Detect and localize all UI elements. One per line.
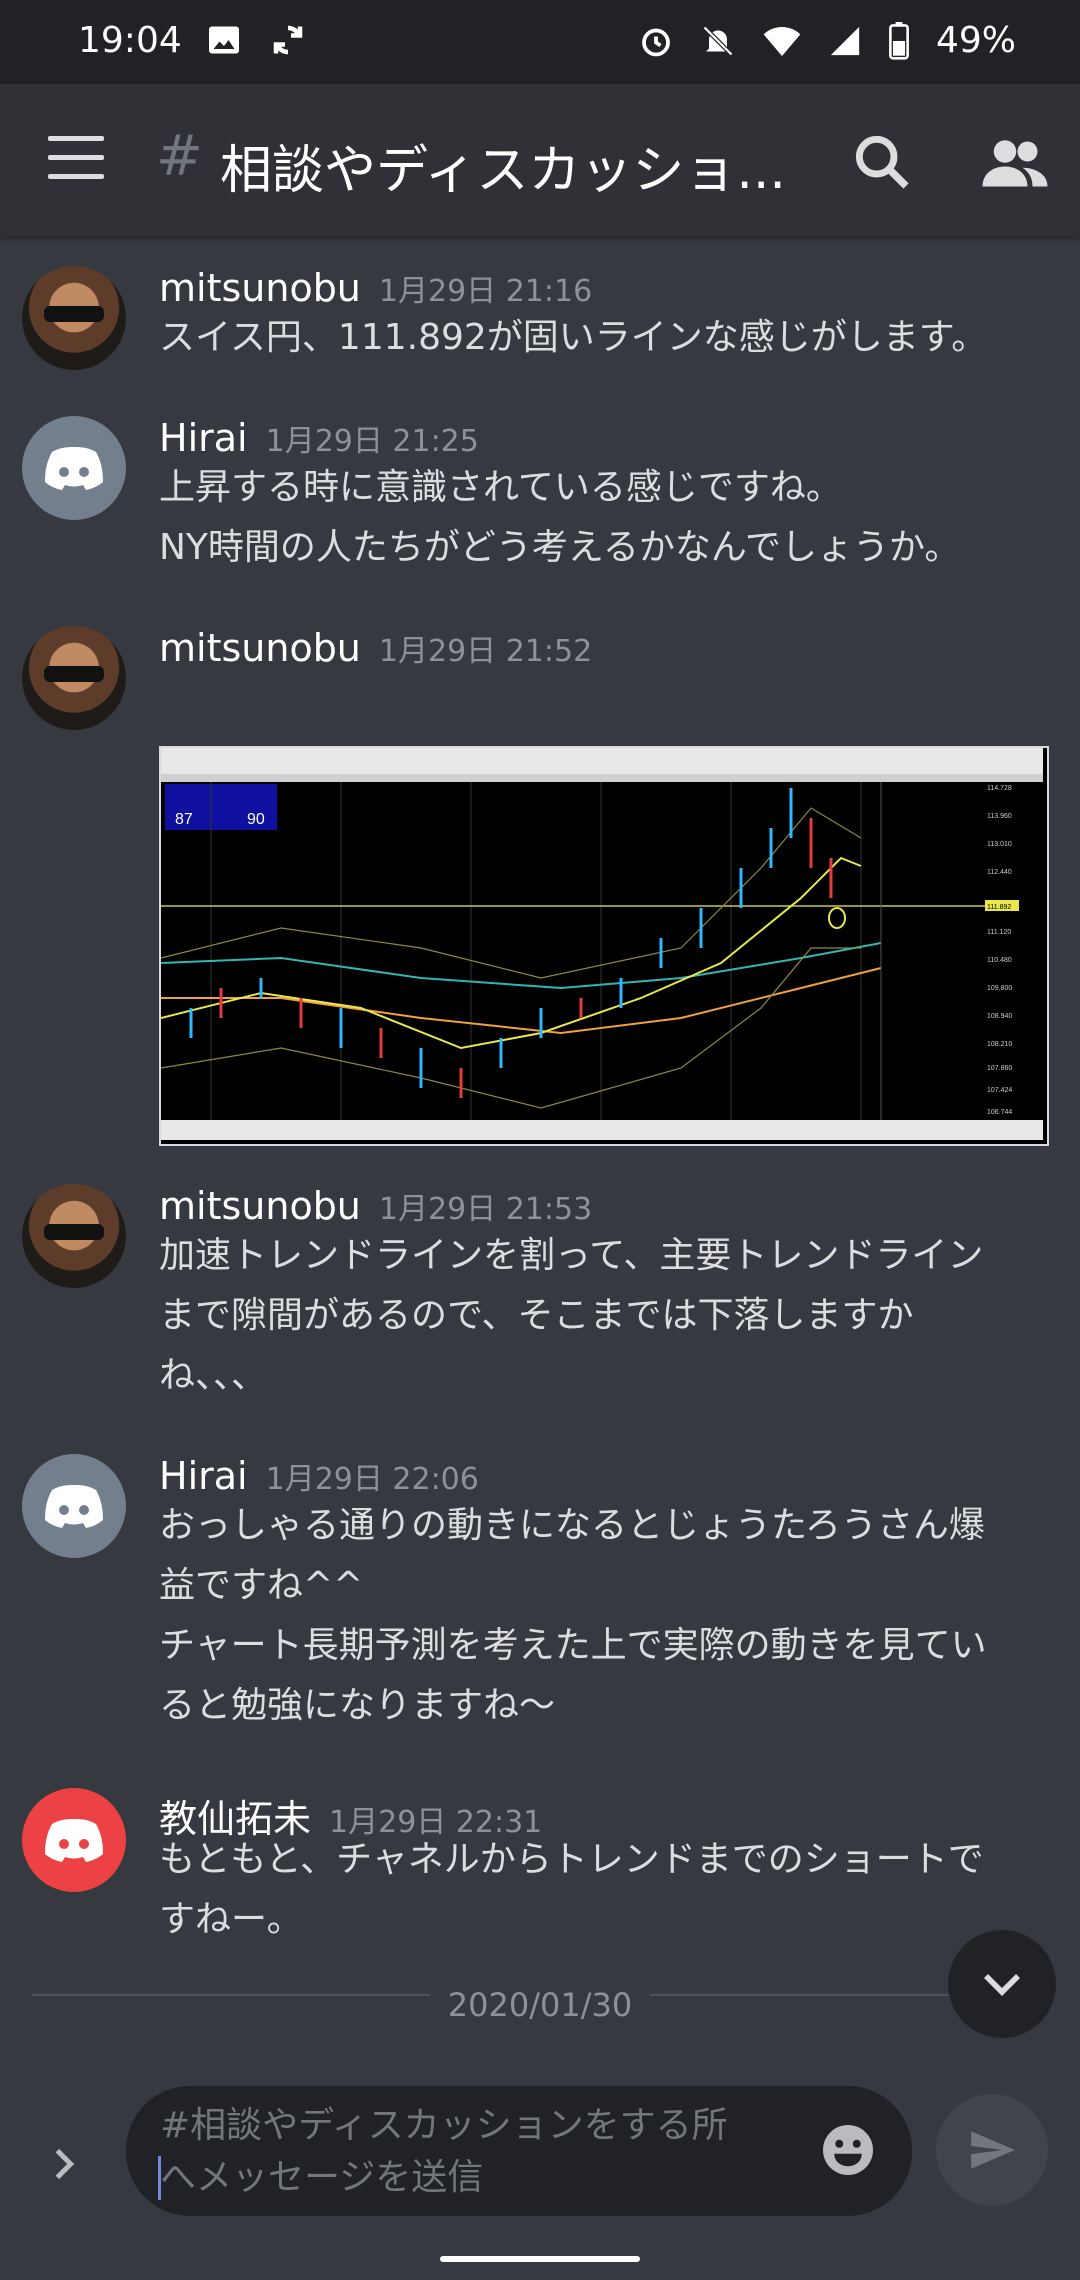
jump-to-present-button[interactable] — [948, 1930, 1056, 2038]
avatar[interactable] — [22, 266, 126, 370]
date-divider-label: 2020/01/30 — [430, 1986, 650, 2024]
sync-icon — [273, 25, 303, 55]
search-icon[interactable] — [850, 130, 914, 194]
author-name[interactable]: Hirai — [159, 1454, 248, 1498]
message-composer: #相談やディスカッションをする所 へメッセージを送信 — [0, 2040, 1080, 2280]
price-label: 113.010 — [987, 841, 1012, 848]
timestamp: 1月29日 21:53 — [378, 1192, 593, 1227]
timestamp: 1月29日 22:06 — [265, 1462, 479, 1497]
discord-logo-icon — [45, 1819, 103, 1862]
battery-icon — [889, 21, 909, 60]
avatar[interactable] — [22, 416, 126, 520]
price-label: 111.892 — [987, 904, 1011, 911]
image-notification-icon — [209, 26, 239, 54]
channel-header: # 相談やディスカッショ... — [0, 84, 1080, 236]
menu-icon[interactable] — [48, 136, 104, 186]
text-caret — [158, 2156, 161, 2200]
trading-chart-screenshot: 87 90 114.728 113.960 113.010 112.440 11… — [160, 748, 1043, 1140]
chart-image-attachment[interactable]: 87 90 114.728 113.960 113.010 112.440 11… — [159, 746, 1049, 1146]
emoji-icon[interactable] — [818, 2120, 878, 2180]
mute-icon — [702, 25, 734, 56]
channel-hash-icon: # — [156, 124, 203, 189]
avatar[interactable] — [22, 626, 126, 730]
members-icon[interactable] — [980, 134, 1050, 194]
timestamp: 1月29日 21:25 — [265, 424, 479, 459]
message-input[interactable]: #相談やディスカッションをする所 へメッセージを送信 — [126, 2086, 912, 2216]
price-label: 107.860 — [987, 1065, 1012, 1072]
price-label: 109.800 — [987, 985, 1012, 992]
price-label: 114.728 — [987, 785, 1012, 792]
author-name[interactable]: mitsunobu — [159, 1184, 361, 1228]
price-label: 112.440 — [987, 869, 1012, 876]
discord-logo-icon — [45, 1485, 103, 1528]
message-input-placeholder: #相談やディスカッションをする所 へメッセージを送信 — [160, 2105, 728, 2198]
chevron-right-icon[interactable] — [44, 2144, 84, 2184]
author-name[interactable]: Hirai — [159, 416, 248, 460]
message-text: もともと、チャネルからトレンドまでのショートで すねー。 — [159, 1839, 984, 1940]
chart-label: 90 — [247, 811, 265, 828]
send-icon — [971, 2131, 1015, 2169]
status-bar: 19:04 49% — [0, 0, 1080, 84]
timestamp: 1月29日 21:16 — [378, 274, 593, 309]
home-indicator[interactable] — [440, 2256, 640, 2262]
message-text: 加速トレンドラインを割って、主要トレンドライン まで隙間があるので、そこまでは下… — [159, 1235, 984, 1396]
message-text: 上昇する時に意識されている感じですね。 NY時間の人たちがどう考えるかなんでしょう… — [159, 467, 961, 568]
avatar[interactable] — [22, 1184, 126, 1288]
price-label: 106.744 — [987, 1109, 1012, 1116]
price-label: 110.480 — [987, 957, 1012, 964]
message-text: スイス円、111.892が固いラインな感じがします。 — [159, 317, 988, 358]
send-button[interactable] — [936, 2094, 1048, 2206]
channel-title: 相談やディスカッショ... — [220, 141, 786, 201]
avatar[interactable] — [22, 1788, 126, 1892]
price-label: 113.960 — [987, 813, 1012, 820]
price-label: 111.120 — [987, 929, 1011, 936]
message-text: おっしゃる通りの動きになるとじょうたろうさん爆 益ですね^^ チャート長期予測を… — [159, 1505, 987, 1726]
avatar[interactable] — [22, 1454, 126, 1558]
signal-icon — [830, 26, 860, 55]
alarm-icon — [642, 28, 670, 56]
price-label: 108.210 — [987, 1041, 1012, 1048]
price-label: 107.424 — [987, 1087, 1012, 1094]
chart-label: 87 — [175, 811, 193, 828]
message-list[interactable]: mitsunobu 1月29日 21:16 スイス円、111.892が固いラインな… — [0, 236, 1080, 2036]
timestamp: 1月29日 21:52 — [378, 634, 593, 669]
author-name[interactable]: mitsunobu — [159, 266, 361, 310]
price-label: 108.940 — [987, 1013, 1012, 1020]
battery-level: 49% — [935, 20, 1016, 61]
discord-logo-icon — [45, 447, 103, 490]
wifi-icon — [763, 26, 801, 56]
status-time: 19:04 — [78, 20, 182, 61]
author-name[interactable]: mitsunobu — [159, 626, 361, 670]
chevron-down-icon — [984, 1974, 1020, 1996]
